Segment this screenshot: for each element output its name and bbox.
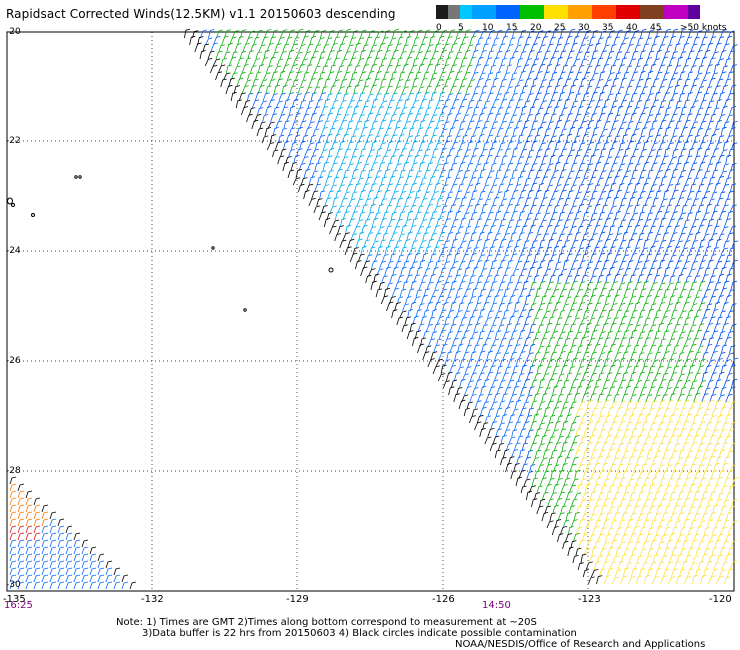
wind-map xyxy=(6,28,739,592)
lat-label-26: -26 xyxy=(6,356,21,366)
time-label-1450: 14:50 xyxy=(482,600,511,611)
lat-label-24: -24 xyxy=(6,246,21,256)
lat-label-22: -22 xyxy=(6,136,21,146)
lon-label-123: -123 xyxy=(578,594,601,605)
note-line-3: NOAA/NESDIS/Office of Research and Appli… xyxy=(455,639,706,650)
island xyxy=(243,308,247,312)
island xyxy=(328,267,334,273)
island xyxy=(31,213,35,217)
lat-label-28: -28 xyxy=(6,466,21,476)
lon-label-120: -120 xyxy=(709,594,732,605)
islands xyxy=(7,175,334,312)
island xyxy=(78,175,82,179)
lon-label-129: -129 xyxy=(286,594,309,605)
island xyxy=(11,203,15,207)
wind-barbs xyxy=(9,28,739,590)
island xyxy=(74,175,78,179)
time-label-1625: 16:25 xyxy=(4,600,33,611)
note-line-2: 3)Data buffer is 22 hrs from 20150603 4)… xyxy=(142,628,577,639)
lat-label-20: -20 xyxy=(6,27,21,37)
lon-label-132: -132 xyxy=(141,594,164,605)
island xyxy=(211,246,215,250)
lon-label-126: -126 xyxy=(432,594,455,605)
lat-label-30: -30 xyxy=(6,580,21,590)
note-line-1: Note: 1) Times are GMT 2)Times along bot… xyxy=(116,617,537,628)
island xyxy=(7,197,13,205)
